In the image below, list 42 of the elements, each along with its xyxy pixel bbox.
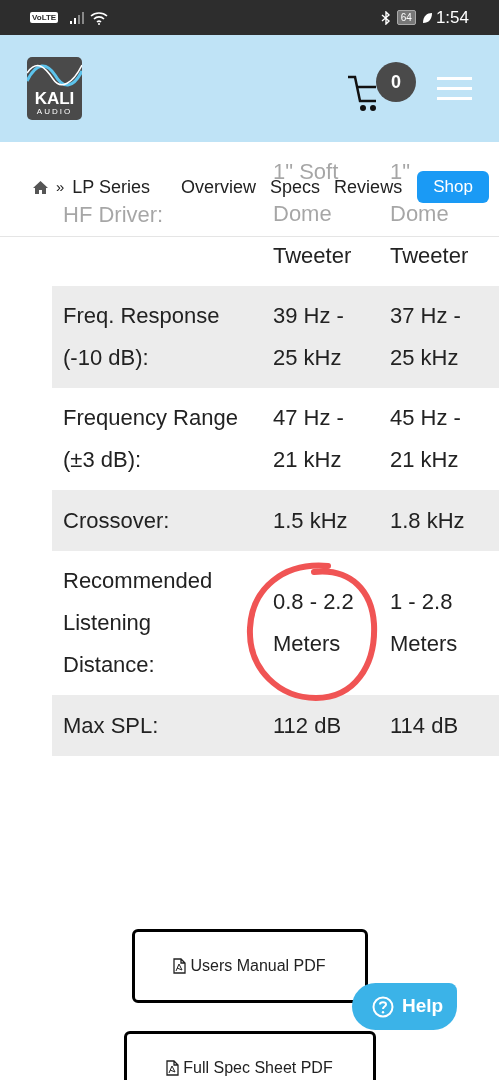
spec-value: 0.8 - 2.2 Meters — [273, 588, 355, 659]
pdf-file-icon — [173, 958, 187, 975]
spec-value: 47 Hz - 21 kHz — [273, 404, 345, 474]
spec-label: Freq. Response (-10 dB): — [63, 302, 221, 372]
signal-icon — [70, 11, 87, 24]
breadcrumb-separator: » — [56, 176, 65, 197]
logo-subtext: AUDIO — [36, 107, 73, 117]
spec-label: HF Driver: — [63, 200, 164, 229]
spec-label: Crossover: — [63, 507, 170, 536]
pdf-download-button[interactable]: Users Manual PDF — [131, 929, 368, 1004]
spec-value: 39 Hz - 25 kHz — [273, 302, 345, 372]
bluetooth-icon — [380, 10, 391, 25]
nav-link[interactable]: Overview — [181, 173, 257, 201]
spec-value: Tweeter — [273, 245, 352, 267]
spec-value: Dome — [273, 203, 332, 225]
logo-text: KALI — [34, 90, 75, 107]
spec-value: 45 Hz - 21 kHz — [390, 404, 462, 474]
spec-label: Recommended Listening Distance: — [63, 567, 214, 680]
cart-icon[interactable] — [346, 74, 376, 112]
cart-count-badge: 0 — [376, 62, 416, 102]
network-badge: VoLTE — [30, 12, 59, 23]
leaf-icon — [421, 11, 433, 24]
spec-value: 1" — [390, 161, 411, 183]
wifi-icon — [90, 10, 109, 25]
spec-value: 1 - 2.8 Meters — [390, 588, 459, 659]
spec-value: 1.5 kHz — [273, 507, 348, 536]
pdf-download-button[interactable]: Full Spec Sheet PDF — [123, 1031, 376, 1080]
help-icon — [372, 995, 394, 1018]
battery-indicator: 64 — [396, 10, 416, 25]
spec-value: Dome — [390, 203, 449, 225]
logo[interactable]: KALI AUDIO — [27, 57, 82, 120]
spec-label: Frequency Range (±3 dB): — [63, 404, 238, 474]
home-icon[interactable] — [33, 180, 48, 194]
spec-value: Tweeter — [390, 245, 469, 267]
clock-time: 1:54 — [435, 6, 469, 29]
spec-label: Max SPL: — [63, 712, 159, 741]
spec-value: 112 dB — [273, 712, 342, 741]
pdf-file-icon — [166, 1060, 180, 1077]
breadcrumb-link[interactable]: LP Series — [72, 173, 151, 201]
spec-value: 114 dB — [390, 712, 459, 741]
spec-value: 37 Hz - 25 kHz — [390, 302, 462, 372]
spec-value: 1.8 kHz — [390, 507, 465, 536]
